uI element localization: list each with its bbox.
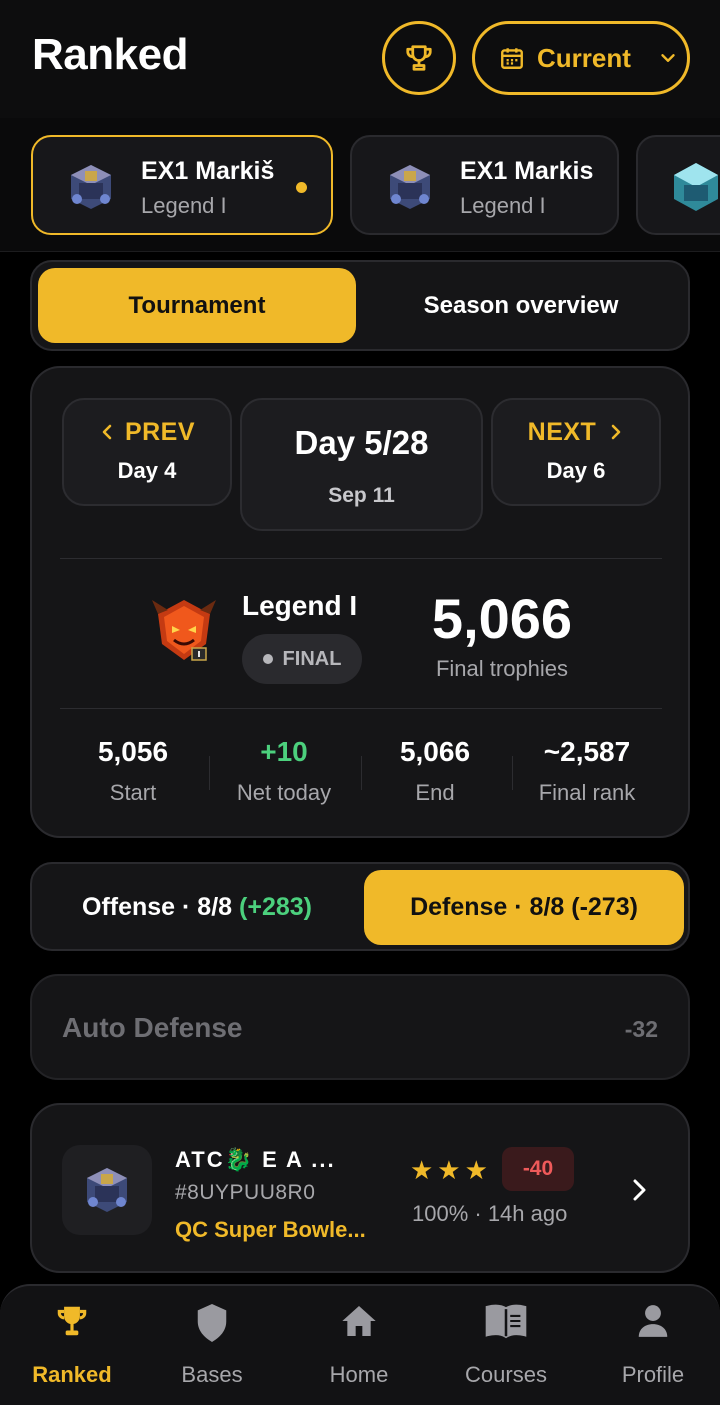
tab-label: Profile bbox=[621, 1362, 685, 1387]
tab-profile[interactable]: Profile bbox=[581, 1286, 720, 1405]
town-hall-icon bbox=[390, 165, 430, 209]
account-carousel[interactable]: EX1 Markiš Legend I EX1 Markis Legend I bbox=[0, 118, 720, 252]
tab-ranked[interactable]: Ranked bbox=[0, 1286, 144, 1405]
defense-log-row[interactable]: ATC🐉 E A ... #8UYPUU8R0 QC Super Bowle..… bbox=[30, 1103, 690, 1273]
book-icon bbox=[485, 1304, 527, 1339]
tab-home[interactable]: Home bbox=[287, 1286, 431, 1405]
tab-tournament[interactable]: Tournament bbox=[38, 268, 356, 343]
shield-icon bbox=[197, 1304, 227, 1342]
current-day-box: Day 5/28 Sep 11 bbox=[240, 398, 483, 531]
chevron-left-icon bbox=[102, 424, 112, 440]
home-icon bbox=[342, 1306, 376, 1336]
person-icon bbox=[638, 1305, 668, 1337]
star-rating: ★★★ bbox=[410, 1155, 492, 1185]
stat-start: 5,056 Start bbox=[58, 736, 208, 806]
divider bbox=[60, 558, 662, 559]
attacker-tag: #8UYPUU8R0 bbox=[175, 1181, 316, 1204]
legend-league-badge-icon bbox=[152, 600, 216, 661]
prev-day-label: Day 4 bbox=[117, 458, 177, 483]
stat-value: ~2,587 bbox=[543, 736, 631, 767]
stat-label: Final rank bbox=[538, 780, 636, 805]
stat-net-today: +10 Net today bbox=[209, 736, 359, 806]
prev-label: PREV bbox=[64, 418, 230, 447]
attack-meta: 100% · 14h ago bbox=[412, 1201, 568, 1226]
town-hall-icon bbox=[87, 1168, 127, 1212]
next-day-button[interactable]: NEXT Day 6 bbox=[491, 398, 661, 506]
tab-label: Courses bbox=[465, 1362, 547, 1387]
active-indicator-dot bbox=[296, 182, 307, 193]
next-label: NEXT bbox=[493, 418, 659, 447]
app-header: Ranked Current bbox=[0, 0, 720, 118]
stat-label: Net today bbox=[236, 780, 332, 805]
account-card-ex1-markis-1[interactable]: EX1 Markiš Legend I bbox=[31, 135, 333, 235]
chevron-down-icon bbox=[661, 54, 675, 62]
offense-delta: (+283) bbox=[239, 893, 312, 921]
attacker-clan: QC Super Bowle... bbox=[175, 1217, 366, 1242]
next-text: NEXT bbox=[527, 418, 597, 446]
trophy-icon bbox=[406, 45, 432, 71]
view-segmented-control: Tournament Season overview bbox=[30, 260, 690, 351]
final-trophies-value: 5,066 bbox=[431, 587, 573, 650]
stat-label: End bbox=[415, 780, 455, 805]
attacker-base-thumbnail bbox=[62, 1145, 152, 1235]
status-text: FINAL bbox=[282, 647, 342, 670]
account-card-partial[interactable] bbox=[636, 135, 720, 235]
bottom-tab-bar: Ranked Bases Home Courses Profile bbox=[0, 1284, 720, 1405]
auto-defense-value: -32 bbox=[624, 1016, 658, 1042]
chevron-right-icon bbox=[633, 1179, 646, 1201]
account-name: EX1 Markis bbox=[460, 157, 594, 185]
offense-label: Offense · 8/8 bbox=[82, 893, 233, 921]
prev-text: PREV bbox=[124, 418, 196, 446]
account-league: Legend I bbox=[141, 193, 227, 218]
divider bbox=[60, 708, 662, 709]
status-badge: FINAL bbox=[242, 634, 362, 684]
tab-defense[interactable]: Defense · 8/8 (-273) bbox=[364, 870, 684, 945]
account-card-ex1-markis-2[interactable]: EX1 Markis Legend I bbox=[350, 135, 619, 235]
attacker-name: ATC🐉 E A ... bbox=[175, 1147, 336, 1172]
prev-day-button[interactable]: PREV Day 4 bbox=[62, 398, 232, 506]
town-hall-icon bbox=[674, 163, 718, 211]
offense-defense-control: Offense · 8/8 (+283) Defense · 8/8 (-273… bbox=[30, 862, 690, 951]
period-label: Current bbox=[537, 42, 631, 73]
stat-label: Start bbox=[109, 780, 157, 805]
next-day-label: Day 6 bbox=[546, 458, 606, 483]
status-dot bbox=[262, 654, 273, 664]
trophy-delta-badge: -40 bbox=[502, 1147, 574, 1191]
trophy-icon bbox=[57, 1306, 87, 1336]
stat-value: +10 bbox=[260, 736, 308, 767]
current-day-title: Day 5/28 bbox=[294, 424, 429, 461]
auto-defense-row: Auto Defense -32 bbox=[30, 974, 690, 1080]
town-hall-icon bbox=[71, 165, 111, 209]
calendar-icon bbox=[501, 48, 523, 69]
current-day-date: Sep 11 bbox=[328, 484, 395, 507]
league-name: Legend I bbox=[242, 590, 358, 621]
account-league: Legend I bbox=[460, 193, 546, 218]
chevron-right-icon bbox=[612, 424, 621, 440]
tab-offense[interactable]: Offense · 8/8 (+283) bbox=[38, 870, 356, 945]
stat-end: 5,066 End bbox=[360, 736, 510, 806]
tab-season-overview[interactable]: Season overview bbox=[362, 268, 680, 343]
tab-courses[interactable]: Courses bbox=[434, 1286, 578, 1405]
final-trophies-label: Final trophies bbox=[435, 656, 569, 681]
period-selector[interactable]: Current bbox=[472, 21, 690, 95]
tab-label: Bases bbox=[181, 1362, 243, 1387]
trophy-button[interactable] bbox=[382, 21, 456, 95]
tab-label: Home bbox=[329, 1362, 389, 1387]
page-title: Ranked bbox=[32, 30, 188, 79]
stat-final-rank: ~2,587 Final rank bbox=[512, 736, 662, 806]
tab-bases[interactable]: Bases bbox=[140, 1286, 284, 1405]
auto-defense-label: Auto Defense bbox=[62, 1012, 243, 1043]
stat-value: 5,066 bbox=[399, 736, 471, 767]
day-summary-card: PREV Day 4 Day 5/28 Sep 11 NEXT Day 6 Le… bbox=[30, 366, 690, 838]
stat-value: 5,056 bbox=[97, 736, 169, 767]
tab-label: Ranked bbox=[32, 1362, 112, 1387]
account-name: EX1 Markiš bbox=[141, 157, 275, 185]
